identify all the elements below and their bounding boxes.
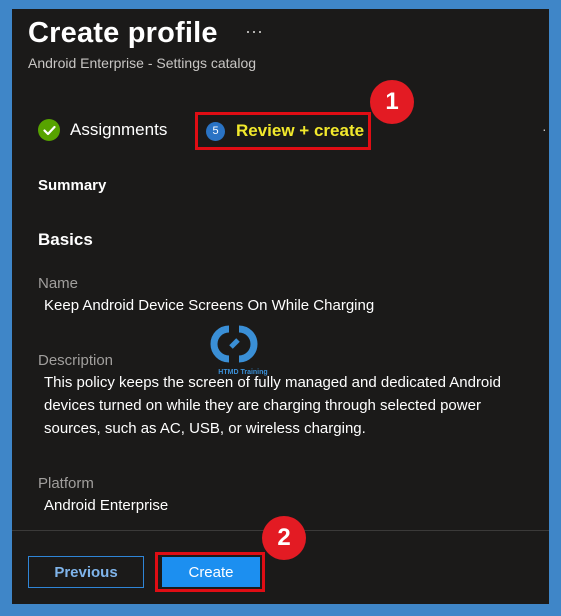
platform-label: Platform xyxy=(38,475,94,492)
page-subtitle: Android Enterprise - Settings catalog xyxy=(28,55,257,71)
page-title: Create profile xyxy=(28,17,218,49)
htmd-watermark-logo: HTMD Training xyxy=(210,325,268,376)
step-number-icon: 5 xyxy=(206,121,225,141)
description-value: This policy keeps the screen of fully ma… xyxy=(44,374,501,437)
name-value: Keep Android Device Screens On While Cha… xyxy=(44,297,375,314)
step-assignments-label: Assignments xyxy=(70,120,168,139)
overflow-dot: · xyxy=(542,121,547,137)
platform-value: Android Enterprise xyxy=(44,497,169,514)
callout-badge-2: 2 xyxy=(262,516,306,560)
basics-heading: Basics xyxy=(38,230,93,249)
more-options-icon[interactable]: ··· xyxy=(245,21,263,42)
callout-badge-1: 1 xyxy=(370,80,414,124)
create-button[interactable]: Create xyxy=(162,557,260,587)
step-review-create[interactable]: 5 Review + create xyxy=(195,112,371,150)
check-circle-icon xyxy=(38,119,60,141)
previous-button[interactable]: Previous xyxy=(28,556,144,588)
description-label: Description xyxy=(38,352,114,369)
step-assignments[interactable]: Assignments xyxy=(38,119,167,141)
summary-heading: Summary xyxy=(38,177,107,194)
create-profile-panel: Create profile ··· Android Enterprise - … xyxy=(12,9,549,604)
step-review-create-label: Review + create xyxy=(236,121,365,140)
name-label: Name xyxy=(38,275,79,292)
